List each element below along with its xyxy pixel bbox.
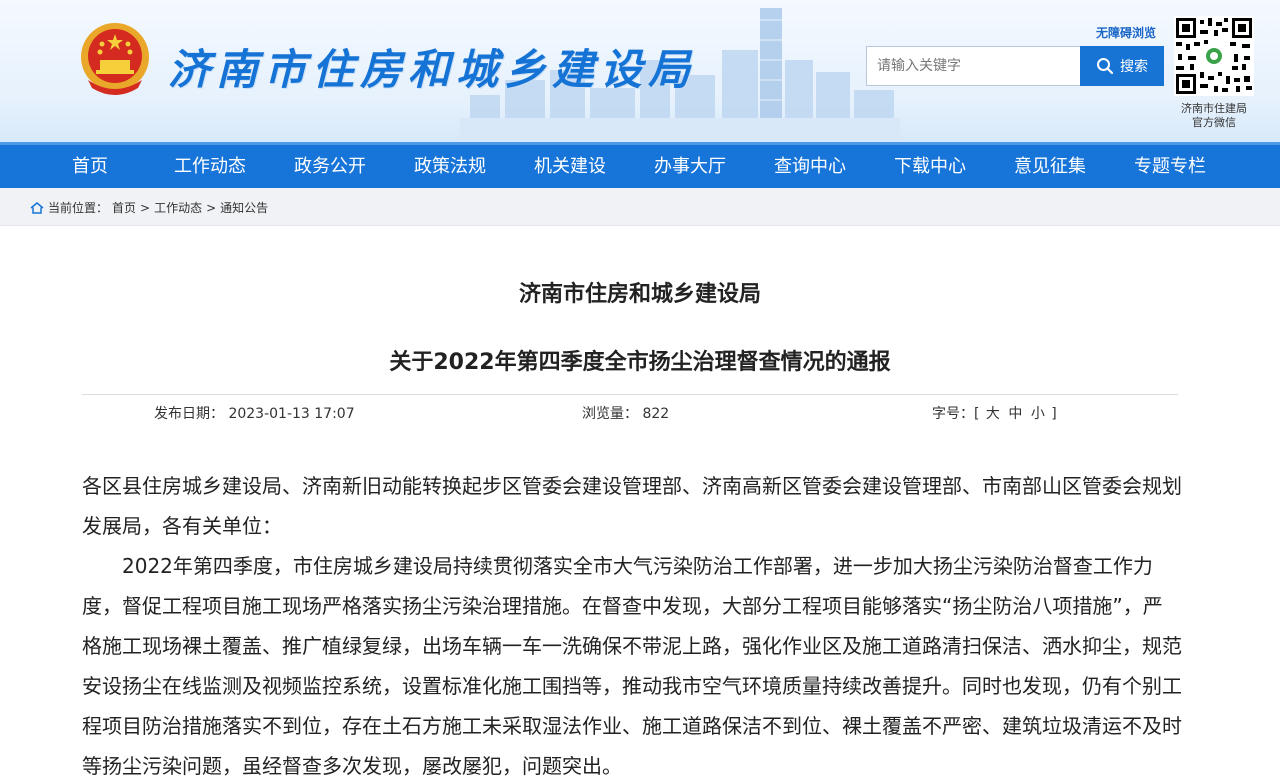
- nav-item-home[interactable]: 首页: [30, 145, 150, 188]
- font-bracket-close: ]: [1051, 406, 1057, 422]
- site-header: 济南市住房和城乡建设局 无障碍浏览 搜索: [0, 0, 1280, 142]
- search-button-label: 搜索: [1120, 59, 1148, 75]
- nav-item-download-center[interactable]: 下载中心: [870, 145, 990, 188]
- breadcrumb-separator: >: [206, 200, 217, 215]
- font-size-label: 字号：: [932, 406, 974, 422]
- breadcrumb: 当前位置： 首页 > 工作动态 > 通知公告: [30, 199, 268, 216]
- font-size-medium[interactable]: 中: [1006, 406, 1024, 422]
- breadcrumb-notices[interactable]: 通知公告: [220, 199, 268, 216]
- article-meta: 发布日期： 2023-01-13 17:07 浏览量： 822 字号：[ 大 中…: [82, 394, 1178, 428]
- font-bracket-open: [: [974, 406, 980, 422]
- nav-item-policy[interactable]: 政策法规: [390, 145, 510, 188]
- breadcrumb-prefix: 当前位置：: [48, 201, 109, 215]
- search-button[interactable]: 搜索: [1080, 46, 1164, 86]
- search-bar: 搜索: [866, 46, 1164, 86]
- nav-item-query-center[interactable]: 查询中心: [750, 145, 870, 188]
- breadcrumb-home[interactable]: 首页: [112, 199, 136, 216]
- qr-caption-line2: 官方微信: [1192, 116, 1236, 129]
- font-size-selector: 字号：[ 大 中 小 ]: [932, 403, 1057, 423]
- breadcrumb-bar: 当前位置： 首页 > 工作动态 > 通知公告: [0, 188, 1280, 226]
- article-body: 各区县住房城乡建设局、济南新旧动能转换起步区管委会建设管理部、济南高新区管委会建…: [82, 466, 1182, 780]
- home-icon: [30, 201, 44, 214]
- nav-item-opinion[interactable]: 意见征集: [990, 145, 1110, 188]
- publish-date-label: 发布日期：: [154, 406, 224, 422]
- wechat-qr-panel: 济南市住建局 官方微信: [1170, 12, 1258, 130]
- article-org: 济南市住房和城乡建设局: [518, 282, 761, 307]
- nav-item-gov-affairs[interactable]: 政务公开: [270, 145, 390, 188]
- main-nav: 首页 工作动态 政务公开 政策法规 机关建设 办事大厅 查询中心 下载中心 意见…: [0, 142, 1280, 188]
- breadcrumb-work-news[interactable]: 工作动态: [154, 199, 202, 216]
- qr-code-icon[interactable]: [1174, 16, 1254, 96]
- font-size-large[interactable]: 大: [984, 406, 1002, 422]
- view-count: 浏览量： 822: [582, 403, 669, 423]
- article-paragraph: 各区县住房城乡建设局、济南新旧动能转换起步区管委会建设管理部、济南高新区管委会建…: [82, 474, 1182, 538]
- accessibility-link[interactable]: 无障碍浏览: [1096, 24, 1156, 41]
- nav-item-service-hall[interactable]: 办事大厅: [630, 145, 750, 188]
- nav-item-work-news[interactable]: 工作动态: [150, 145, 270, 188]
- article-title: 关于2022年第四季度全市扬尘治理督查情况的通报: [389, 350, 891, 375]
- publish-date-value: 2023-01-13 17:07: [228, 406, 355, 422]
- qr-caption: 济南市住建局 官方微信: [1170, 102, 1258, 130]
- view-count-label: 浏览量：: [582, 406, 638, 422]
- publish-date: 发布日期： 2023-01-13 17:07: [154, 403, 355, 423]
- article-paragraph: 2022年第四季度，市住房城乡建设局持续贯彻落实全市大气污染防治工作部署，进一步…: [82, 554, 1182, 778]
- view-count-value: 822: [642, 406, 670, 422]
- nav-item-special-topics[interactable]: 专题专栏: [1110, 145, 1230, 188]
- qr-caption-line1: 济南市住建局: [1181, 102, 1247, 115]
- search-icon: [1097, 58, 1114, 75]
- national-emblem-icon: [81, 23, 149, 95]
- font-size-small[interactable]: 小: [1029, 406, 1047, 422]
- search-input[interactable]: [866, 46, 1080, 86]
- breadcrumb-separator: >: [140, 200, 151, 215]
- nav-item-agency-building[interactable]: 机关建设: [510, 145, 630, 188]
- site-title: 济南市住房和城乡建设局: [168, 45, 697, 94]
